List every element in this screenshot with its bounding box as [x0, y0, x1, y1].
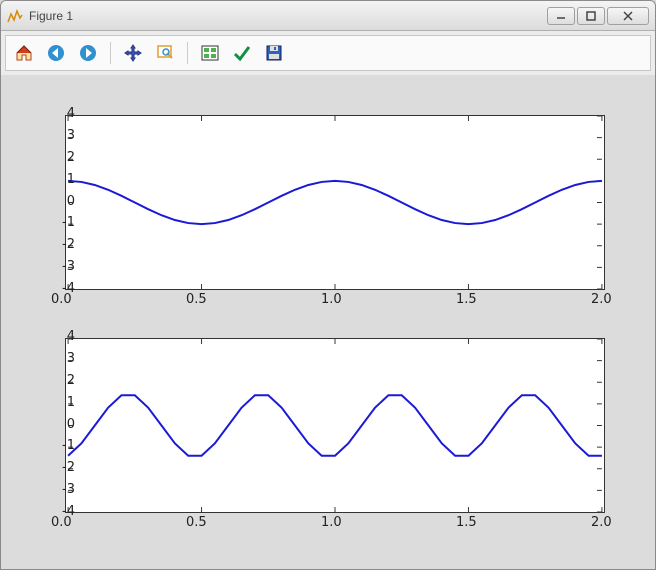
y-tick-label: 2: [35, 373, 75, 388]
minimize-button[interactable]: [547, 7, 575, 25]
subplots-button[interactable]: [198, 41, 222, 65]
x-tick-label: 1.5: [456, 292, 477, 307]
x-tick-label: 0.0: [51, 515, 72, 530]
y-tick-label: -3: [35, 259, 75, 274]
save-button[interactable]: [262, 41, 286, 65]
home-button[interactable]: [12, 41, 36, 65]
y-tick-label: -3: [35, 482, 75, 497]
zoom-button[interactable]: [153, 41, 177, 65]
y-tick-label: 0: [35, 417, 75, 432]
forward-button[interactable]: [76, 41, 100, 65]
window-title: Figure 1: [29, 9, 541, 23]
toolbar-separator: [187, 42, 188, 64]
subplot-2: -4-3-2-101234 0.00.51.01.52.0: [65, 338, 621, 513]
x-tick-label: 1.0: [321, 515, 342, 530]
y-tick-label: -1: [35, 438, 75, 453]
app-icon: [7, 8, 23, 24]
y-tick-label: 0: [35, 194, 75, 209]
figure-window: Figure 1: [0, 0, 656, 570]
y-tick-label: 4: [35, 106, 75, 121]
toolbar-separator: [110, 42, 111, 64]
subplot-2-svg: [65, 338, 605, 513]
save-icon: [264, 43, 284, 63]
y-tick-label: 1: [35, 395, 75, 410]
close-button[interactable]: [607, 7, 649, 25]
back-icon: [46, 43, 66, 63]
plot-canvas[interactable]: -4-3-2-101234 0.00.51.01.52.0 -4-3-2-101…: [1, 75, 655, 569]
back-button[interactable]: [44, 41, 68, 65]
zoom-icon: [155, 43, 175, 63]
y-tick-label: 1: [35, 172, 75, 187]
subplots-icon: [200, 43, 220, 63]
y-tick-label: -2: [35, 460, 75, 475]
titlebar[interactable]: Figure 1: [1, 1, 655, 31]
check-icon: [232, 43, 252, 63]
maximize-button[interactable]: [577, 7, 605, 25]
x-tick-label: 0.5: [186, 292, 207, 307]
x-tick-label: 0.0: [51, 292, 72, 307]
x-tick-label: 1.0: [321, 292, 342, 307]
pan-icon: [123, 43, 143, 63]
y-tick-label: 4: [35, 329, 75, 344]
y-tick-label: -2: [35, 237, 75, 252]
customize-button[interactable]: [230, 41, 254, 65]
x-tick-label: 2.0: [591, 292, 612, 307]
pan-button[interactable]: [121, 41, 145, 65]
toolbar: [5, 35, 651, 71]
subplot-1: -4-3-2-101234 0.00.51.01.52.0: [65, 115, 621, 290]
x-tick-label: 0.5: [186, 515, 207, 530]
y-tick-label: 3: [35, 128, 75, 143]
y-tick-label: -1: [35, 215, 75, 230]
forward-icon: [78, 43, 98, 63]
window-controls: [547, 7, 649, 25]
x-tick-label: 1.5: [456, 515, 477, 530]
y-tick-label: 2: [35, 150, 75, 165]
y-tick-label: 3: [35, 351, 75, 366]
x-tick-label: 2.0: [591, 515, 612, 530]
subplot-1-svg: [65, 115, 605, 290]
home-icon: [14, 43, 34, 63]
